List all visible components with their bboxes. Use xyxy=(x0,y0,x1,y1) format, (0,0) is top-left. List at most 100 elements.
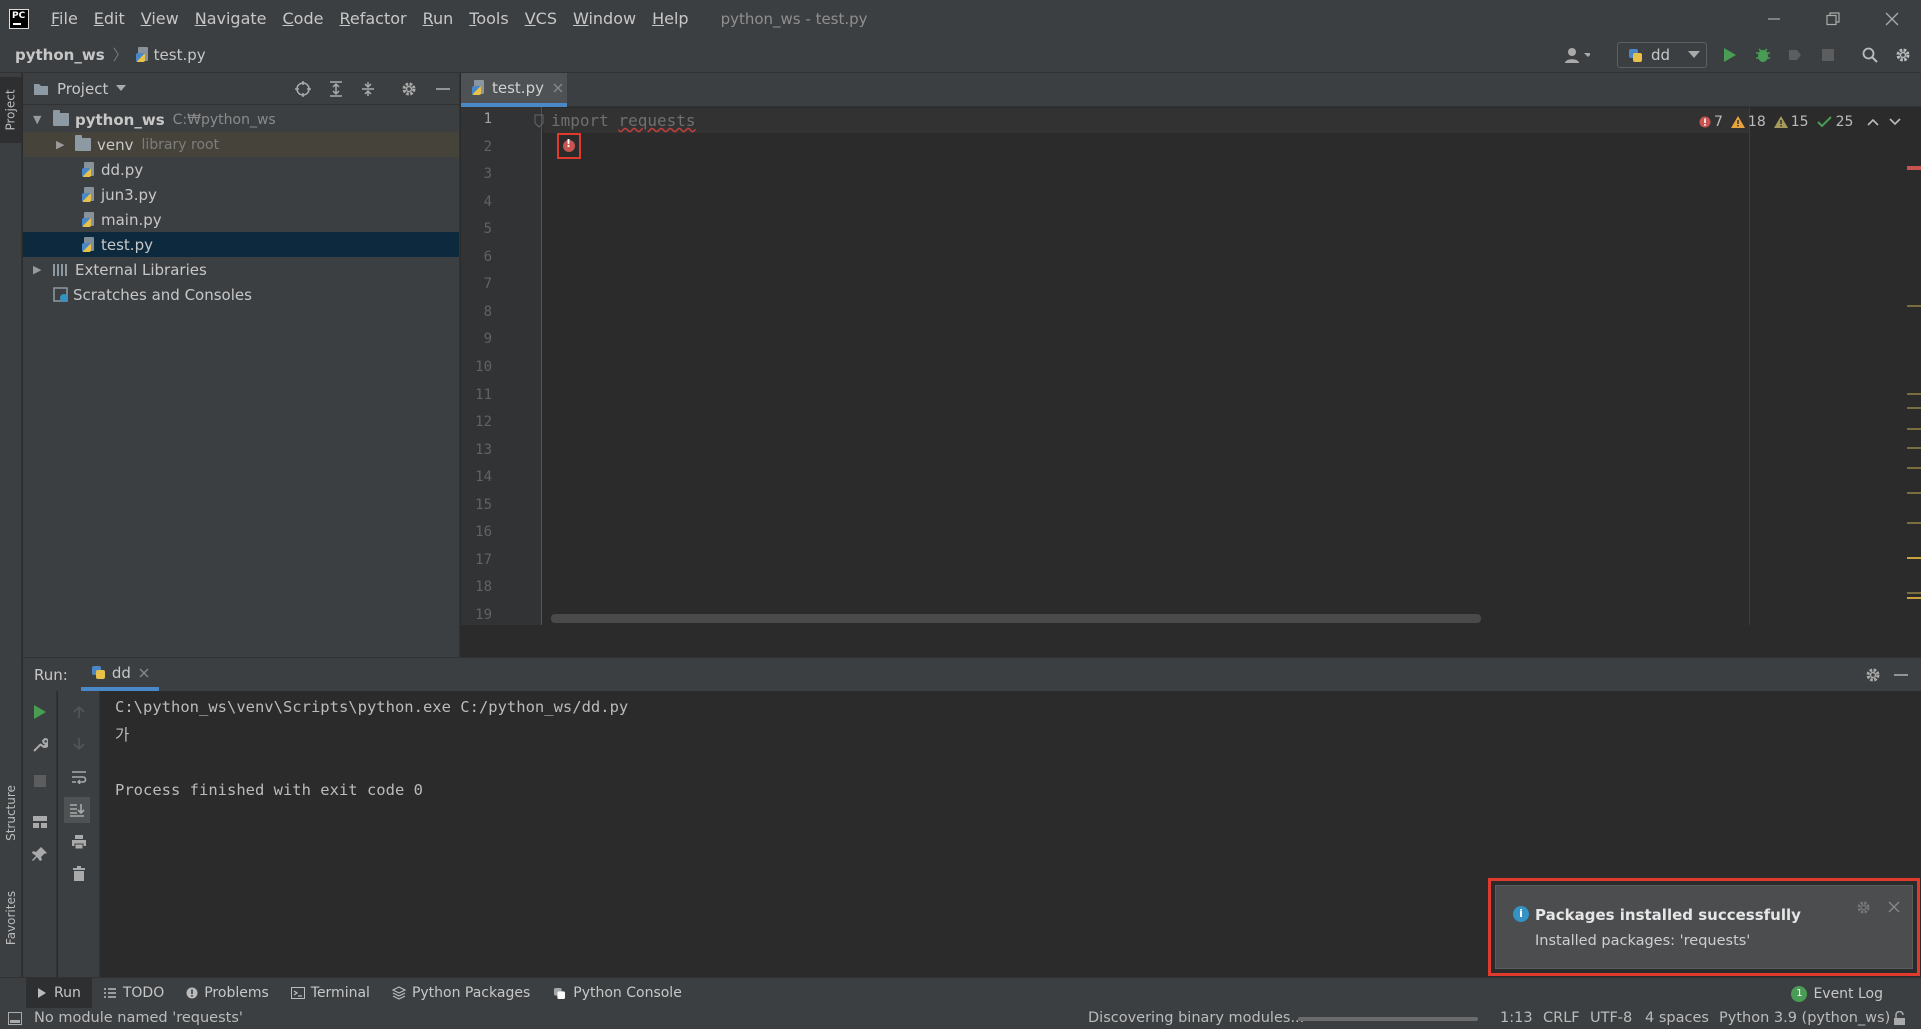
tool-problems[interactable]: Problems xyxy=(175,978,280,1009)
error-stripe-mark[interactable] xyxy=(1907,407,1921,409)
menu-vcs[interactable]: VCS xyxy=(517,9,565,28)
collapse-all-button[interactable] xyxy=(360,81,376,97)
error-stripe-mark[interactable] xyxy=(1907,592,1921,594)
tool-python-console[interactable]: Python Console xyxy=(541,978,693,1009)
project-view-label[interactable]: Project xyxy=(57,80,108,98)
minimize-button[interactable] xyxy=(1745,0,1803,37)
run-config-select[interactable]: dd xyxy=(1617,42,1707,68)
menu-window[interactable]: Window xyxy=(565,9,644,28)
tree-item-scratches[interactable]: Scratches and Consoles xyxy=(23,282,459,307)
file-encoding[interactable]: UTF-8 xyxy=(1590,1010,1632,1026)
editor-code-area[interactable] xyxy=(543,107,1749,625)
background-task-text[interactable]: Discovering binary modules... xyxy=(1088,1010,1304,1026)
tool-terminal[interactable]: Terminal xyxy=(280,978,381,1009)
tool-event-log[interactable]: 1 Event Log xyxy=(1791,978,1883,1009)
breadcrumb-file[interactable]: test.py xyxy=(154,46,206,64)
debug-button[interactable] xyxy=(1750,42,1776,68)
chevron-right-icon[interactable]: ▶ xyxy=(33,263,45,276)
menu-refactor[interactable]: Refactor xyxy=(331,9,414,28)
print-button[interactable] xyxy=(58,829,99,855)
typos-count[interactable]: 25 xyxy=(1816,114,1853,130)
error-stripe-mark[interactable] xyxy=(1907,447,1921,449)
restore-button[interactable] xyxy=(1804,0,1862,37)
error-stripe-mark[interactable] xyxy=(1907,597,1921,599)
tool-todo[interactable]: TODO xyxy=(92,978,175,1009)
editor-tab-test-py[interactable]: test.py xyxy=(461,73,567,107)
scroll-up-button[interactable] xyxy=(58,699,99,725)
chevron-down-icon[interactable]: ▼ xyxy=(33,113,45,126)
warnings-count[interactable]: 18 xyxy=(1730,114,1766,130)
tool-windows-icon[interactable] xyxy=(8,1012,22,1025)
menu-edit[interactable]: Edit xyxy=(86,9,133,28)
structure-tool-tab[interactable]: Structure xyxy=(0,773,22,853)
rerun-button[interactable] xyxy=(23,699,56,725)
stop-run-button[interactable] xyxy=(23,768,56,794)
caret-position[interactable]: 1:13 xyxy=(1500,1010,1533,1026)
run-with-coverage-button[interactable] xyxy=(1782,42,1808,68)
run-options-button[interactable] xyxy=(1865,667,1881,683)
errors-count[interactable]: 7 xyxy=(1699,114,1723,130)
tree-item-file[interactable]: main.py xyxy=(23,207,459,232)
locate-file-button[interactable] xyxy=(295,81,311,97)
vcs-user-button[interactable] xyxy=(1564,42,1590,68)
notification-balloon[interactable]: i Packages installed successfully Instal… xyxy=(1488,878,1920,976)
settings-button[interactable] xyxy=(1890,42,1916,68)
menu-view[interactable]: View xyxy=(133,9,187,28)
previous-highlight-icon[interactable] xyxy=(1867,118,1879,126)
hide-panel-button[interactable] xyxy=(435,81,451,97)
scroll-down-button[interactable] xyxy=(58,731,99,757)
clear-all-button[interactable] xyxy=(58,861,99,887)
run-console-output[interactable]: C:\python_ws\venv\Scripts\python.exe C:/… xyxy=(115,694,628,804)
quick-fix-bulb-button[interactable] xyxy=(557,133,581,159)
notification-settings-button[interactable] xyxy=(1856,900,1871,915)
weak-warnings-count[interactable]: 15 xyxy=(1773,114,1809,130)
menu-help[interactable]: Help xyxy=(644,9,696,28)
error-stripe-mark[interactable] xyxy=(1907,522,1921,524)
tree-item-file[interactable]: dd.py xyxy=(23,157,459,182)
tool-python-packages[interactable]: Python Packages xyxy=(381,978,541,1009)
modify-run-config-button[interactable] xyxy=(23,732,56,758)
favorites-tool-tab[interactable]: Favorites xyxy=(0,878,22,958)
search-everywhere-button[interactable] xyxy=(1857,42,1883,68)
menu-file[interactable]: File xyxy=(43,9,86,28)
tree-item-external-libraries[interactable]: ▶ External Libraries xyxy=(23,257,459,282)
next-highlight-icon[interactable] xyxy=(1889,118,1901,126)
soft-wrap-button[interactable] xyxy=(58,764,99,790)
error-stripe-mark[interactable] xyxy=(1907,393,1921,395)
error-stripe-mark[interactable] xyxy=(1907,166,1921,170)
close-tab-icon[interactable] xyxy=(553,83,563,93)
tree-item-root[interactable]: ▼ python_ws C:₩python_ws xyxy=(23,107,459,132)
horizontal-scrollbar[interactable] xyxy=(551,614,1481,623)
line-separator[interactable]: CRLF xyxy=(1543,1010,1580,1026)
error-stripe-mark[interactable] xyxy=(1907,557,1921,559)
tree-item-file-selected[interactable]: test.py xyxy=(23,232,459,257)
python-interpreter[interactable]: Python 3.9 (python_ws) xyxy=(1719,1010,1890,1026)
menu-navigate[interactable]: Navigate xyxy=(187,9,275,28)
expand-all-button[interactable] xyxy=(328,81,344,97)
menu-run[interactable]: Run xyxy=(415,9,462,28)
close-tab-icon[interactable] xyxy=(139,668,149,678)
status-message[interactable]: No module named 'requests' xyxy=(34,1010,243,1026)
notification-close-button[interactable] xyxy=(1888,901,1900,913)
layout-button[interactable] xyxy=(23,809,56,835)
pin-tab-button[interactable] xyxy=(23,841,56,867)
project-tool-tab[interactable]: Project xyxy=(0,77,22,143)
run-button[interactable] xyxy=(1717,42,1743,68)
project-options-button[interactable] xyxy=(401,81,417,97)
inspection-widget[interactable]: 7 18 15 25 xyxy=(1699,114,1901,130)
error-stripe-mark[interactable] xyxy=(1907,428,1921,430)
lock-icon[interactable] xyxy=(1893,1011,1906,1026)
chevron-right-icon[interactable]: ▶ xyxy=(56,138,68,151)
menu-code[interactable]: Code xyxy=(275,9,332,28)
error-stripe-mark[interactable] xyxy=(1907,467,1921,469)
run-tab-dd[interactable]: dd xyxy=(80,658,159,691)
tree-item-file[interactable]: jun3.py xyxy=(23,182,459,207)
error-stripe-mark[interactable] xyxy=(1907,492,1921,494)
tree-item-venv[interactable]: ▶ venv library root xyxy=(23,132,459,157)
code-line-1[interactable]: import requests xyxy=(551,111,696,130)
error-stripe-mark[interactable] xyxy=(1907,305,1921,307)
hide-run-panel-button[interactable] xyxy=(1893,667,1909,683)
scroll-to-end-button[interactable] xyxy=(64,797,90,823)
indent-setting[interactable]: 4 spaces xyxy=(1645,1010,1709,1026)
stop-button[interactable] xyxy=(1815,42,1841,68)
